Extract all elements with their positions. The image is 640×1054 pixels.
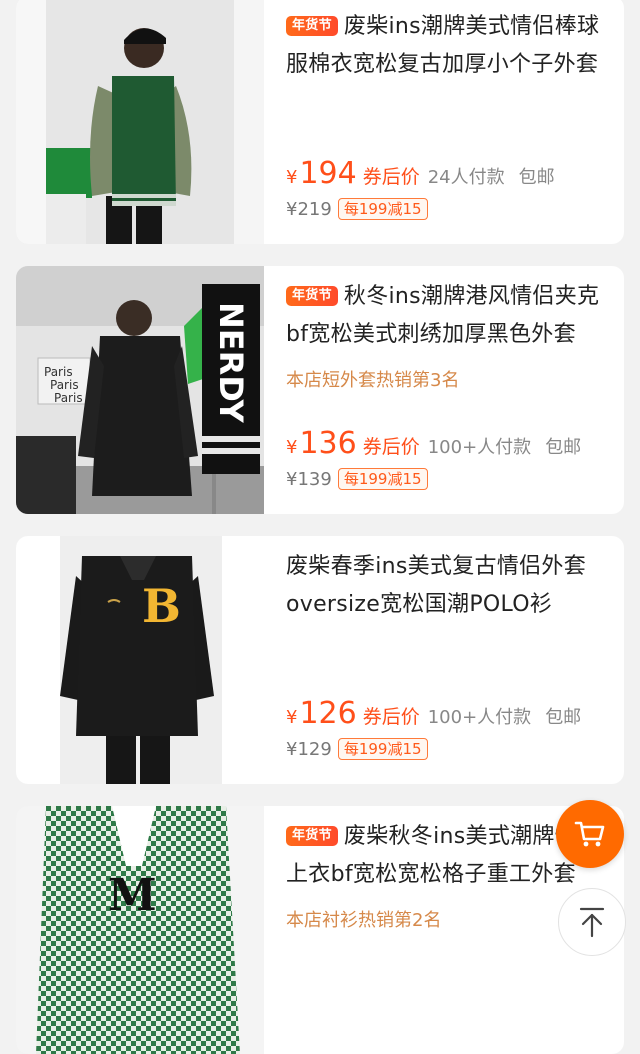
free-shipping-label: 包邮 xyxy=(518,167,555,188)
currency-symbol: ¥ xyxy=(286,437,298,458)
patch-letter: B xyxy=(142,579,181,633)
sold-count: 24人付款 xyxy=(427,167,505,188)
back-to-top-button[interactable] xyxy=(558,888,626,956)
product-image[interactable] xyxy=(16,0,264,244)
poster-text: Paris xyxy=(54,391,83,405)
product-title[interactable]: 年货节 秋冬ins潮牌港风情侣夹克bf宽松美式刺绣加厚黑色外套 xyxy=(286,278,608,354)
after-coupon-label: 券后价 xyxy=(362,436,420,458)
coupon-price: 126 xyxy=(299,696,357,731)
product-card[interactable]: 年货节 废柴ins潮牌美式情侣棒球服棉衣宽松复古加厚小个子外套 ¥194 券后价 24… xyxy=(16,0,624,244)
patch-letter: M xyxy=(108,870,157,921)
price-row: ¥194 券后价 24人付款 包邮 xyxy=(286,156,612,196)
after-coupon-label: 券后价 xyxy=(362,706,420,728)
arrow-up-icon xyxy=(579,907,605,938)
product-image[interactable]: B xyxy=(16,536,264,784)
product-info: 年货节 废柴ins潮牌美式情侣棒球服棉衣宽松复古加厚小个子外套 ¥194 券后价 24… xyxy=(286,0,612,244)
coupon-price: 194 xyxy=(299,156,357,191)
product-title[interactable]: 年货节 废柴ins潮牌美式情侣棒球服棉衣宽松复古加厚小个子外套 xyxy=(286,8,608,84)
currency-symbol: ¥ xyxy=(286,707,298,728)
sold-count: 100+人付款 xyxy=(427,437,532,458)
price-row: ¥136 券后价 100+人付款 包邮 xyxy=(286,426,612,466)
original-price: ¥139 xyxy=(286,469,332,490)
product-title[interactable]: 废柴春季ins美式复古情侣外套oversize宽松国潮POLO衫 xyxy=(286,548,608,624)
product-info: 年货节 秋冬ins潮牌港风情侣夹克bf宽松美式刺绣加厚黑色外套 本店短外套热销第3… xyxy=(286,266,612,514)
original-price: ¥219 xyxy=(286,199,332,220)
product-card[interactable]: M 年货节 废柴秋冬ins美式潮牌情侣上衣bf宽松宽松格子重工外套 本店衬衫热销第… xyxy=(16,806,624,1054)
shop-rank-label: 本店短外套热销第3名 xyxy=(286,370,460,391)
product-image[interactable]: M xyxy=(16,806,264,1054)
currency-symbol: ¥ xyxy=(286,167,298,188)
product-title-text: 废柴春季ins美式复古情侣外套oversize宽松国潮POLO衫 xyxy=(286,554,587,617)
shop-rank-label: 本店衬衫热销第2名 xyxy=(286,910,442,931)
original-price-row: ¥139 每199减15 xyxy=(286,468,428,490)
product-image[interactable]: Paris Paris Paris NERDY xyxy=(16,266,264,514)
original-price-row: ¥219 每199减15 xyxy=(286,198,428,220)
coupon-tag[interactable]: 每199减15 xyxy=(337,198,428,220)
product-card[interactable]: Paris Paris Paris NERDY 年货节 秋冬ins潮牌港风情侣夹… xyxy=(16,266,624,514)
festival-badge: 年货节 xyxy=(286,826,338,846)
product-card[interactable]: B 废柴春季ins美式复古情侣外套oversize宽松国潮POLO衫 ¥126 券… xyxy=(16,536,624,784)
after-coupon-label: 券后价 xyxy=(362,166,420,188)
poster-text: Paris xyxy=(50,378,79,392)
coupon-tag[interactable]: 每199减15 xyxy=(337,468,428,490)
cart-icon xyxy=(574,821,605,847)
cart-button[interactable] xyxy=(556,800,624,868)
banner-text: NERDY xyxy=(212,302,250,424)
product-info: 废柴春季ins美式复古情侣外套oversize宽松国潮POLO衫 ¥126 券后价… xyxy=(286,536,612,784)
sold-count: 100+人付款 xyxy=(427,707,532,728)
price-row: ¥126 券后价 100+人付款 包邮 xyxy=(286,696,612,736)
original-price-row: ¥129 每199减15 xyxy=(286,738,428,760)
coupon-tag[interactable]: 每199减15 xyxy=(337,738,428,760)
festival-badge: 年货节 xyxy=(286,286,338,306)
free-shipping-label: 包邮 xyxy=(545,437,582,458)
poster-text: Paris xyxy=(44,365,73,379)
free-shipping-label: 包邮 xyxy=(545,707,582,728)
festival-badge: 年货节 xyxy=(286,16,338,36)
original-price: ¥129 xyxy=(286,739,332,760)
coupon-price: 136 xyxy=(299,426,357,461)
